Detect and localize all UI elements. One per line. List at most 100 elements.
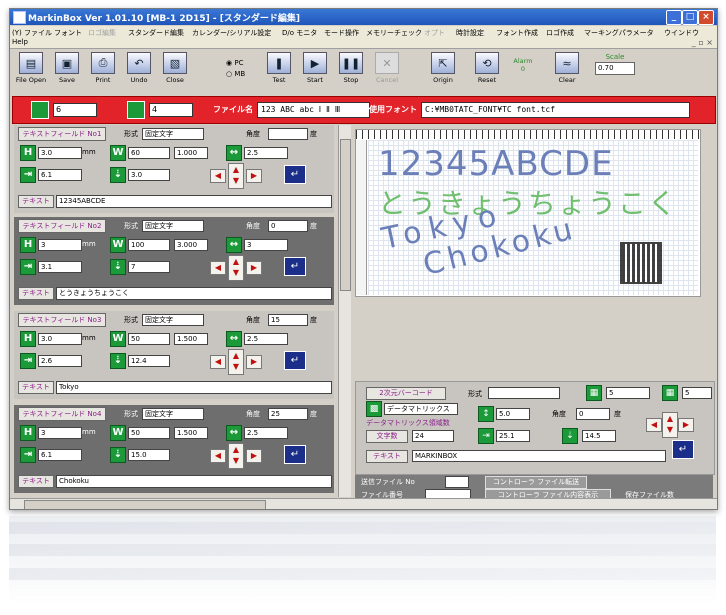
move-up-down-button[interactable]: ▲ ▼ bbox=[228, 255, 244, 281]
close-button[interactable]: ▧ Close bbox=[158, 52, 192, 84]
char-count-select[interactable]: 24 bbox=[412, 430, 454, 442]
send-file-number[interactable] bbox=[445, 476, 469, 488]
count-select-2[interactable]: 4 bbox=[149, 103, 193, 117]
pitch-field[interactable]: 3 bbox=[244, 239, 288, 251]
menu-help[interactable]: Help bbox=[12, 38, 28, 46]
apply-enter-button[interactable]: ↵ bbox=[284, 351, 306, 370]
left-pane-scrollbar[interactable] bbox=[338, 125, 351, 497]
pitch-field[interactable]: 2.5 bbox=[244, 147, 288, 159]
menu-font[interactable]: フォント bbox=[54, 28, 82, 38]
move-left-button[interactable]: ◀ bbox=[210, 449, 226, 463]
marking-preview-canvas[interactable]: 12345ABCDE とうきょうちょうこく Tokyo Chokoku bbox=[355, 129, 701, 297]
menu-font-create[interactable]: フォント作成 bbox=[496, 28, 538, 38]
mdi-controls[interactable]: _ ▫ × bbox=[692, 38, 713, 47]
move-left-button[interactable]: ◀ bbox=[210, 169, 226, 183]
height-field[interactable]: 3 bbox=[38, 427, 82, 439]
pitch-field[interactable]: 2.5 bbox=[244, 427, 288, 439]
pitch-field[interactable]: 2.5 bbox=[244, 333, 288, 345]
text-input[interactable]: Chokoku bbox=[56, 475, 332, 488]
menu-logo-edit[interactable]: ロゴ編集 bbox=[88, 28, 116, 38]
barcode-height-field[interactable]: 5.0 bbox=[496, 408, 530, 420]
menu-standard-edit[interactable]: スタンダード編集 bbox=[128, 28, 184, 38]
start-button[interactable]: ▶ Start bbox=[298, 52, 332, 84]
barcode-move-left-button[interactable]: ◀ bbox=[646, 418, 662, 432]
menu-mode-operation[interactable]: モード操作 bbox=[324, 28, 359, 38]
move-right-button[interactable]: ▶ bbox=[246, 261, 262, 275]
text-input[interactable]: Tokyo bbox=[56, 381, 332, 394]
hscroll-thumb[interactable] bbox=[24, 500, 266, 509]
origin-button[interactable]: ⇱ Origin bbox=[426, 52, 460, 84]
text-field-header[interactable]: テキストフィールド No3 bbox=[18, 313, 106, 327]
shape-select[interactable]: 固定文字 bbox=[142, 408, 204, 420]
apply-enter-button[interactable]: ↵ bbox=[284, 165, 306, 184]
menu-dio-monitor[interactable]: D/o モニタ bbox=[282, 28, 317, 38]
width-field[interactable]: 60 bbox=[128, 147, 170, 159]
apply-enter-button[interactable]: ↵ bbox=[284, 257, 306, 276]
barcode-shape-select[interactable] bbox=[488, 387, 560, 399]
clear-button[interactable]: ≈ Clear bbox=[550, 52, 584, 84]
move-up-down-button[interactable]: ▲ ▼ bbox=[228, 349, 244, 375]
barcode-header[interactable]: 2次元バーコード bbox=[366, 387, 446, 400]
maximize-button[interactable]: □ bbox=[682, 10, 698, 25]
move-up-down-button[interactable]: ▲ ▼ bbox=[228, 443, 244, 469]
angle-select[interactable]: 15 bbox=[268, 314, 308, 326]
apply-enter-button[interactable]: ↵ bbox=[284, 445, 306, 464]
width-field[interactable]: 50 bbox=[128, 427, 170, 439]
x-pos-field[interactable]: 6.1 bbox=[38, 169, 82, 181]
menu-memory-check[interactable]: メモリーチェック bbox=[366, 28, 422, 38]
text-field-header[interactable]: テキストフィールド No4 bbox=[18, 407, 106, 421]
y-pos-field[interactable]: 12.4 bbox=[128, 355, 170, 367]
barcode-move-right-button[interactable]: ▶ bbox=[678, 418, 694, 432]
radio-pc[interactable]: ◉ PC bbox=[226, 59, 245, 70]
barcode-select-b[interactable]: 5 bbox=[682, 387, 712, 399]
text-field-header[interactable]: テキストフィールド No2 bbox=[18, 219, 106, 233]
menu-file[interactable]: (Y) ファイル bbox=[12, 28, 52, 38]
ratio-field[interactable]: 1.000 bbox=[174, 147, 208, 159]
height-field[interactable]: 3 bbox=[38, 239, 82, 251]
move-left-button[interactable]: ◀ bbox=[210, 261, 226, 275]
shape-select[interactable]: 固定文字 bbox=[142, 220, 204, 232]
title-bar[interactable]: MarkinBox Ver 1.01.10 [MB-1 2D15] - [スタン… bbox=[10, 9, 717, 25]
file-open-button[interactable]: ▤ File Open bbox=[14, 52, 48, 84]
menu-calendar-serial[interactable]: カレンダー/シリアル設定 bbox=[192, 28, 271, 38]
font-path-field[interactable]: C:¥MB0TATC_FONT¥TC font.tcf bbox=[421, 102, 690, 118]
stop-button[interactable]: ❚❚ Stop bbox=[334, 52, 368, 84]
angle-select[interactable]: 0 bbox=[268, 220, 308, 232]
height-field[interactable]: 3.0 bbox=[38, 333, 82, 345]
menu-clock-settings[interactable]: 時計設定 bbox=[456, 28, 484, 38]
menu-window[interactable]: ウインドウ bbox=[664, 28, 699, 38]
controller-send-button[interactable]: コントローラ ファイル転送 bbox=[485, 476, 587, 489]
barcode-y-field[interactable]: 14.5 bbox=[582, 430, 616, 442]
menu-logo-create[interactable]: ロゴ作成 bbox=[546, 28, 574, 38]
barcode-move-up-down-button[interactable]: ▲ ▼ bbox=[662, 412, 678, 438]
shape-select[interactable]: 固定文字 bbox=[142, 314, 204, 326]
angle-select[interactable] bbox=[268, 128, 308, 140]
text-field-header[interactable]: テキストフィールド No1 bbox=[18, 127, 106, 141]
move-up-down-button[interactable]: ▲ ▼ bbox=[228, 163, 244, 189]
y-pos-field[interactable]: 15.0 bbox=[128, 449, 170, 461]
minimize-button[interactable]: _ bbox=[666, 10, 682, 25]
barcode-apply-button[interactable]: ↵ bbox=[672, 440, 694, 459]
barcode-angle-select[interactable]: 0 bbox=[576, 408, 610, 420]
move-right-button[interactable]: ▶ bbox=[246, 355, 262, 369]
cancel-button[interactable]: ✕ Cancel bbox=[370, 52, 404, 84]
ratio-field[interactable]: 1.500 bbox=[174, 427, 208, 439]
test-button[interactable]: ❚ Test bbox=[262, 52, 296, 84]
text-input[interactable]: とうきょうちょうこく bbox=[56, 287, 332, 300]
barcode-type-select[interactable]: データマトリックス bbox=[384, 403, 458, 415]
x-pos-field[interactable]: 2.6 bbox=[38, 355, 82, 367]
move-right-button[interactable]: ▶ bbox=[246, 169, 262, 183]
barcode-select-a[interactable]: 5 bbox=[606, 387, 650, 399]
angle-select[interactable]: 25 bbox=[268, 408, 308, 420]
height-field[interactable]: 3.0 bbox=[38, 147, 82, 159]
menu-marking-parameters[interactable]: マーキングパラメータ bbox=[584, 28, 654, 38]
horizontal-scrollbar[interactable] bbox=[10, 498, 717, 509]
scroll-thumb[interactable] bbox=[340, 139, 351, 291]
radio-mb[interactable]: ○ MB bbox=[226, 70, 245, 81]
ratio-field[interactable]: 3.000 bbox=[174, 239, 208, 251]
reset-button[interactable]: ⟲ Reset bbox=[470, 52, 504, 84]
move-left-button[interactable]: ◀ bbox=[210, 355, 226, 369]
barcode-x-field[interactable]: 25.1 bbox=[496, 430, 530, 442]
undo-button[interactable]: ↶ Undo bbox=[122, 52, 156, 84]
filename-field[interactable]: 123 ABC abc Ⅰ Ⅱ Ⅲ bbox=[257, 102, 370, 118]
